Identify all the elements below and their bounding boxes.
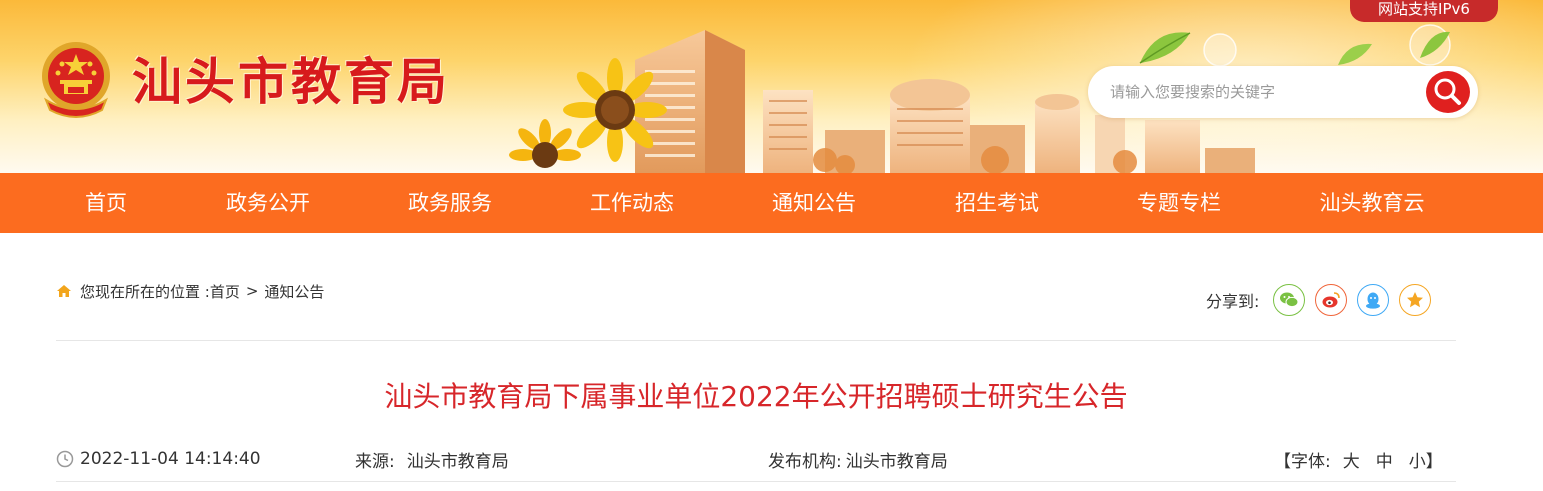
font-size-medium-button[interactable]: 中 <box>1376 447 1393 472</box>
bubble-decoration <box>1409 24 1451 66</box>
search-box <box>1088 66 1478 118</box>
font-size-close-label: 】 <box>1425 451 1443 472</box>
share-label: 分享到: <box>1206 292 1260 311</box>
breadcrumb-home-link[interactable]: 首页 <box>210 281 240 302</box>
nav-item-notices[interactable]: 通知公告 <box>772 173 856 233</box>
nav-item-government-services[interactable]: 政务服务 <box>408 173 492 233</box>
leaf-decoration <box>1338 43 1372 65</box>
font-size-control: 【字体: 大 中 小 】 <box>1274 446 1443 472</box>
share-favorite-button[interactable] <box>1399 284 1432 316</box>
breadcrumb-current-link[interactable]: 通知公告 <box>264 281 324 302</box>
clock-icon <box>56 450 74 468</box>
weibo-icon <box>1322 292 1341 308</box>
bubble-decoration <box>1203 33 1237 67</box>
search-input[interactable] <box>1110 76 1410 108</box>
article-publisher: 发布机构: 汕头市教育局 <box>768 446 948 472</box>
main-nav: 首页 政务公开 政务服务 工作动态 通知公告 招生考试 专题专栏 汕头教育云 <box>0 173 1543 233</box>
national-emblem-icon <box>42 42 110 118</box>
article-source-label: 来源: <box>355 451 395 472</box>
article-publisher-label: 发布机构: <box>768 451 842 472</box>
breadcrumb-prefix: 您现在所在的位置 : <box>80 282 210 301</box>
favorite-icon <box>1407 292 1424 308</box>
article-title: 汕头市教育局下属事业单位2022年公开招聘硕士研究生公告 <box>384 380 1128 413</box>
ipv6-badge: 网站支持IPv6 <box>1350 0 1498 22</box>
font-size-small-button[interactable]: 小 <box>1409 447 1426 472</box>
share-bar: 分享到: <box>1206 284 1441 316</box>
share-wechat-button[interactable] <box>1273 284 1306 316</box>
search-button[interactable] <box>1426 71 1470 113</box>
breadcrumb: 您现在所在的位置 : 首页 > 通知公告 <box>56 280 324 302</box>
nav-item-home[interactable]: 首页 <box>85 173 127 233</box>
share-weibo-button[interactable] <box>1315 284 1348 316</box>
breadcrumb-divider <box>56 340 1456 341</box>
nav-item-government-affairs[interactable]: 政务公开 <box>226 173 310 233</box>
meta-divider <box>56 481 1456 482</box>
share-qq-button[interactable] <box>1357 284 1390 316</box>
leaf-decoration <box>1139 32 1191 64</box>
article-datetime-value: 2022-11-04 14:14:40 <box>80 449 261 469</box>
nav-item-special-topics[interactable]: 专题专栏 <box>1137 173 1221 233</box>
font-size-open-label: 【字体: <box>1274 451 1331 472</box>
breadcrumb-separator: > <box>245 282 259 300</box>
article-datetime: 2022-11-04 14:14:40 <box>56 446 261 472</box>
wechat-icon <box>1280 292 1299 308</box>
nav-item-education-cloud[interactable]: 汕头教育云 <box>1320 173 1425 233</box>
search-icon <box>1434 78 1461 105</box>
header-banner: 汕头市教育局 网站支持IPv6 请输入您要搜索的关键字 <box>0 0 1543 173</box>
qq-icon <box>1366 292 1381 309</box>
font-size-large-button[interactable]: 大 <box>1343 447 1360 472</box>
article-source-value: 汕头市教育局 <box>406 451 509 472</box>
nav-item-enrollment-exams[interactable]: 招生考试 <box>955 173 1039 233</box>
article-source: 来源: 汕头市教育局 <box>355 446 509 472</box>
home-icon <box>57 285 71 297</box>
nav-item-work-news[interactable]: 工作动态 <box>590 173 674 233</box>
site-title[interactable]: 汕头市教育局 <box>132 42 450 114</box>
article-publisher-value: 汕头市教育局 <box>845 451 948 472</box>
